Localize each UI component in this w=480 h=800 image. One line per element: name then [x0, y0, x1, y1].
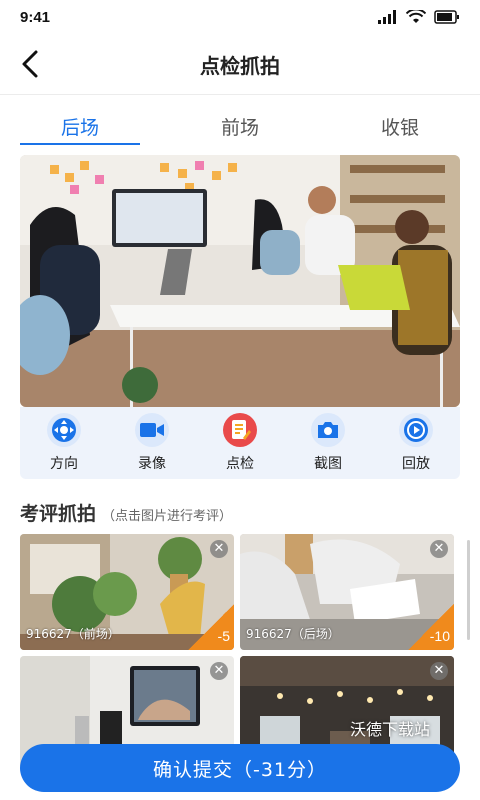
inspect-button[interactable]: 点检	[205, 413, 275, 473]
tab-label: 前场	[220, 117, 259, 139]
ctrl-label: 截图	[314, 456, 342, 472]
status-icons	[378, 10, 460, 24]
camera-controls: 方向 录像 点检 截图 回放	[20, 407, 460, 479]
close-icon[interactable]: ✕	[430, 540, 448, 558]
snapshot-card[interactable]: ✕ 916627（后场） -10	[240, 534, 454, 650]
close-icon[interactable]: ✕	[210, 540, 228, 558]
score-value: -5	[217, 628, 230, 644]
close-icon[interactable]: ✕	[210, 662, 228, 680]
tab-back-area[interactable]: 后场	[0, 109, 160, 155]
ctrl-label: 点检	[226, 456, 254, 472]
camera-live-view[interactable]	[20, 155, 460, 407]
watermark: 沃德下载站	[349, 720, 430, 739]
signal-icon	[378, 10, 396, 24]
chevron-left-icon	[22, 50, 38, 78]
camera-image	[20, 155, 460, 407]
tab-front-area[interactable]: 前场	[160, 109, 320, 155]
location-tabs: 后场 前场 收银	[0, 109, 480, 155]
direction-button[interactable]: 方向	[29, 413, 99, 473]
status-time: 9:41	[20, 8, 51, 26]
direction-icon	[47, 413, 81, 447]
status-bar: 9:41	[0, 0, 480, 34]
tab-cashier[interactable]: 收银	[320, 109, 480, 155]
battery-icon	[434, 10, 459, 24]
ctrl-label: 方向	[50, 456, 78, 472]
tab-label: 后场	[60, 117, 99, 139]
snapshot-label: 916627（后场）	[246, 627, 340, 641]
submit-label: 确认提交（-31分）	[152, 758, 328, 781]
scrollbar[interactable]	[467, 540, 470, 640]
page-title: 点检抓拍	[200, 53, 280, 78]
section-hint: （点击图片进行考评）	[102, 509, 233, 524]
snapshot-label: 916627（前场）	[26, 627, 120, 641]
section-header: 考评抓拍 （点击图片进行考评）	[20, 499, 460, 526]
snapshot-card[interactable]: ✕ 916627（前场） -5	[20, 534, 234, 650]
playback-button[interactable]: 回放	[381, 413, 451, 473]
back-button[interactable]	[14, 46, 46, 82]
record-button[interactable]: 录像	[117, 413, 187, 473]
wifi-icon	[406, 10, 426, 23]
section-title: 考评抓拍	[20, 503, 97, 525]
video-icon	[135, 413, 169, 447]
tab-label: 收银	[380, 117, 419, 139]
playback-icon	[399, 413, 433, 447]
screenshot-button[interactable]: 截图	[293, 413, 363, 473]
close-icon[interactable]: ✕	[430, 662, 448, 680]
inspect-icon	[223, 413, 257, 447]
ctrl-label: 录像	[138, 456, 166, 472]
nav-bar: 点检抓拍	[0, 34, 480, 95]
ctrl-label: 回放	[402, 456, 430, 472]
submit-button[interactable]: 确认提交（-31分）	[20, 744, 460, 792]
camera-icon	[311, 413, 345, 447]
score-value: -10	[429, 628, 450, 644]
